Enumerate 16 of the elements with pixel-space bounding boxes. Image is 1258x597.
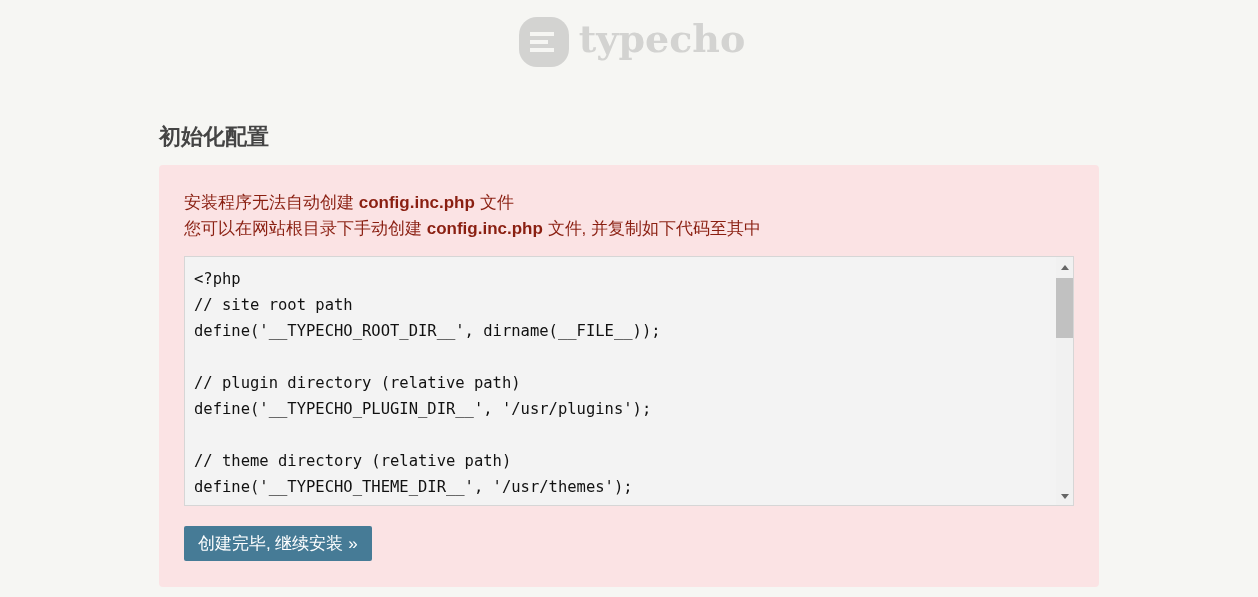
scroll-up-icon[interactable] [1060,265,1069,270]
scrollbar-thumb[interactable] [1056,278,1073,338]
code-line: define('__TYPECHO_PLUGIN_DIR__', '/usr/plugins'); [194,399,653,420]
code-line: // site root path [194,295,354,316]
code-line: define('__TYPECHO_THEME_DIR__', '/usr/themes'); [194,477,634,498]
code-line: define('__TYPECHO_ROOT_DIR__', dirname(__FILE__)); [194,321,662,342]
code-textarea[interactable] [184,256,1074,506]
scroll-down-icon[interactable] [1060,494,1069,499]
page-heading: 初始化配置 [159,123,270,151]
code-line: // plugin directory (relative path) [194,373,522,394]
code-line: // theme directory (relative path) [194,451,513,472]
logo-icon [518,17,569,67]
continue-button[interactable]: 创建完毕, 继续安装 » [184,526,372,561]
code-line: <?php [194,269,242,290]
error-message: 您可以在网站根目录下手动创建 config.inc.php 文件, 并复制如下代码至其中 [184,218,763,240]
error-message: 安装程序无法自动创建 config.inc.php 文件 [184,192,515,214]
